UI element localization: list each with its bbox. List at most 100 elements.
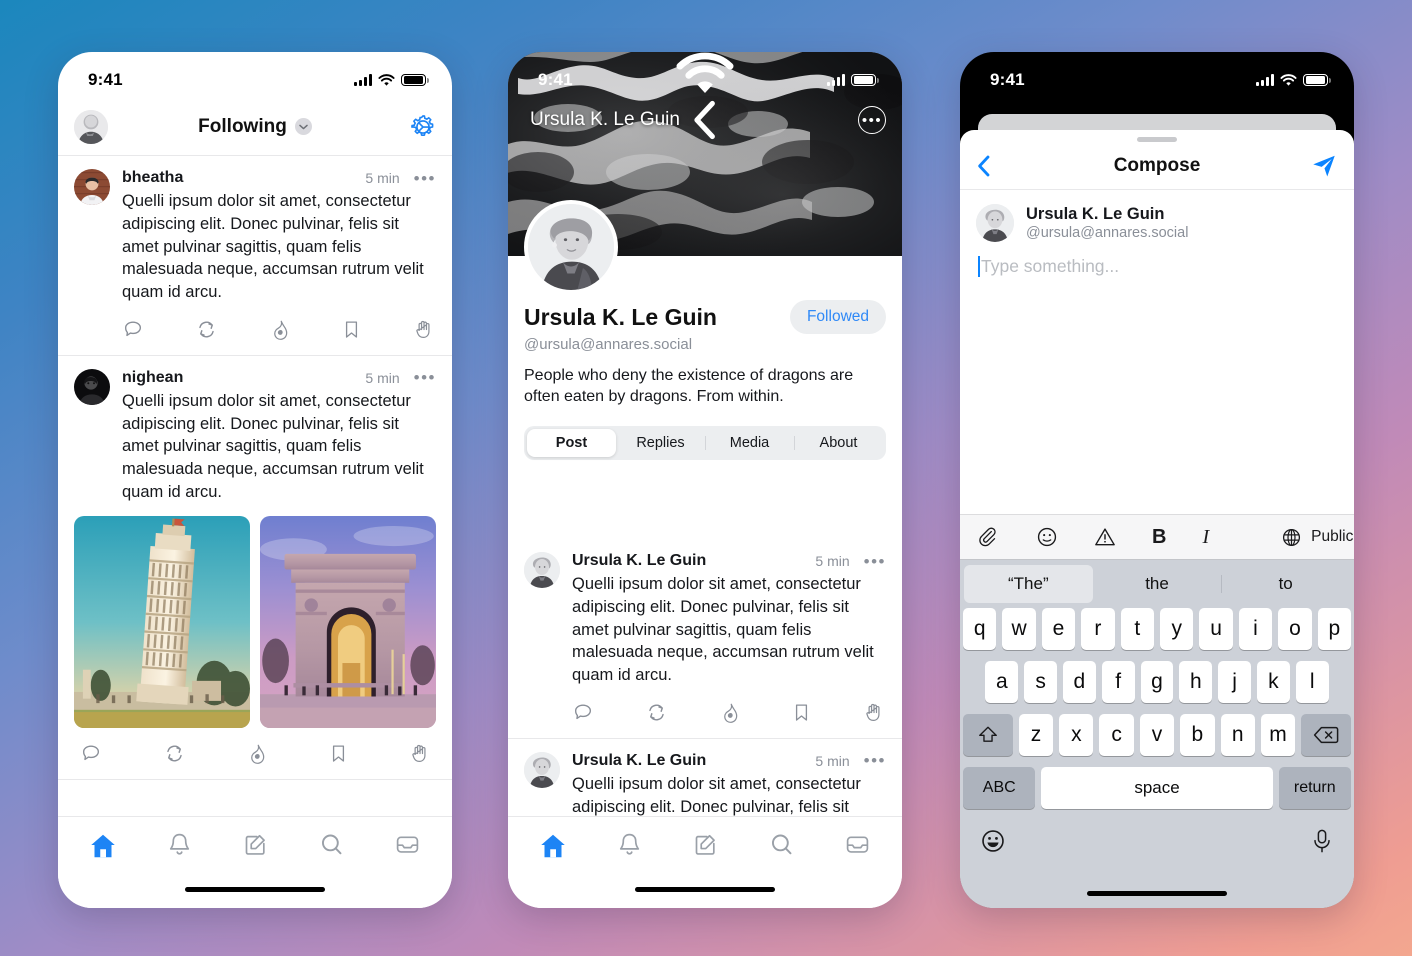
tab-search[interactable] bbox=[758, 831, 804, 858]
key-t[interactable]: t bbox=[1120, 608, 1154, 650]
key-m[interactable]: m bbox=[1260, 714, 1296, 756]
prediction-2[interactable]: to bbox=[1221, 565, 1350, 603]
tab-about[interactable]: About bbox=[794, 429, 883, 457]
post-more-button[interactable]: ••• bbox=[864, 553, 886, 570]
tab-post[interactable]: Post bbox=[527, 428, 616, 457]
reply-icon[interactable] bbox=[572, 701, 594, 723]
media-india-gate[interactable] bbox=[260, 515, 436, 728]
bookmark-icon[interactable] bbox=[341, 319, 362, 340]
gear-icon[interactable] bbox=[410, 114, 436, 140]
profile-avatar[interactable] bbox=[524, 200, 618, 294]
post-avatar-image bbox=[74, 368, 110, 405]
key-n[interactable]: n bbox=[1220, 714, 1255, 756]
key-x[interactable]: x bbox=[1059, 714, 1094, 756]
chevron-down-icon[interactable] bbox=[294, 118, 312, 135]
battery-icon bbox=[401, 73, 429, 87]
key-y[interactable]: y bbox=[1160, 608, 1194, 650]
tab-compose[interactable] bbox=[682, 831, 728, 858]
tab-home[interactable] bbox=[530, 831, 576, 861]
microphone-icon[interactable] bbox=[1310, 828, 1334, 854]
key-r[interactable]: r bbox=[1081, 608, 1115, 650]
emoji-keyboard-icon[interactable] bbox=[980, 828, 1006, 854]
key-space[interactable]: space bbox=[1041, 767, 1273, 809]
key-i[interactable]: i bbox=[1238, 608, 1273, 650]
avatar[interactable] bbox=[74, 109, 108, 144]
post-author[interactable]: Ursula K. Le Guin bbox=[572, 552, 706, 570]
raised-hand-icon[interactable] bbox=[863, 702, 884, 723]
profile-name: Ursula K. Le Guin bbox=[524, 303, 717, 330]
backspace-icon[interactable] bbox=[1301, 714, 1351, 756]
tab-compose[interactable] bbox=[232, 831, 278, 858]
prediction-1[interactable]: the bbox=[1093, 565, 1222, 603]
visibility-selector[interactable]: Public bbox=[1281, 527, 1353, 548]
media-leaning-tower-of-pisa[interactable] bbox=[74, 515, 250, 728]
key-q[interactable]: q bbox=[962, 608, 997, 650]
post-item[interactable]: nighean 5 min ••• Quelli ipsum dolor sit… bbox=[58, 356, 452, 780]
post-avatar[interactable] bbox=[524, 751, 560, 788]
tab-home[interactable] bbox=[80, 831, 126, 861]
key-a[interactable]: a bbox=[985, 661, 1019, 703]
key-e[interactable]: e bbox=[1041, 608, 1076, 650]
key-p[interactable]: p bbox=[1317, 608, 1352, 650]
tab-notifications[interactable] bbox=[606, 831, 652, 858]
post-item[interactable]: Ursula K. Le Guin 5 min ••• Quelli ipsum… bbox=[508, 539, 902, 739]
reply-icon[interactable] bbox=[122, 318, 144, 340]
tab-inbox[interactable] bbox=[834, 831, 880, 858]
favourite-flame-icon[interactable] bbox=[719, 702, 740, 723]
boost-icon[interactable] bbox=[163, 742, 186, 765]
bookmark-icon[interactable] bbox=[328, 743, 349, 764]
bookmark-icon[interactable] bbox=[791, 702, 812, 723]
post-more-button[interactable]: ••• bbox=[864, 752, 886, 769]
tab-notifications[interactable] bbox=[156, 831, 202, 858]
post-avatar[interactable] bbox=[524, 552, 560, 588]
key-b[interactable]: b bbox=[1180, 714, 1215, 756]
post-avatar[interactable] bbox=[74, 368, 110, 405]
key-u[interactable]: u bbox=[1199, 608, 1233, 650]
follow-button[interactable]: Followed bbox=[789, 300, 886, 334]
post-more-button[interactable]: ••• bbox=[414, 170, 436, 187]
post-author[interactable]: Ursula K. Le Guin bbox=[572, 752, 706, 770]
compose-avatar[interactable] bbox=[976, 204, 1014, 242]
key-j[interactable]: j bbox=[1218, 661, 1251, 703]
key-abc[interactable]: ABC bbox=[963, 767, 1036, 809]
shift-icon[interactable] bbox=[963, 714, 1013, 756]
key-h[interactable]: h bbox=[1179, 661, 1213, 703]
key-g[interactable]: g bbox=[1140, 661, 1174, 703]
tab-media[interactable]: Media bbox=[705, 429, 794, 457]
post-item[interactable]: Ursula K. Le Guin 5 min ••• Quelli ipsum… bbox=[508, 739, 902, 816]
content-warning-icon[interactable] bbox=[1094, 526, 1116, 548]
boost-icon[interactable] bbox=[645, 701, 668, 724]
key-z[interactable]: z bbox=[1018, 714, 1054, 756]
post-author[interactable]: nighean bbox=[122, 369, 183, 387]
key-s[interactable]: s bbox=[1024, 661, 1057, 703]
reply-icon[interactable] bbox=[80, 742, 102, 764]
tab-replies[interactable]: Replies bbox=[616, 429, 705, 457]
favourite-flame-icon[interactable] bbox=[246, 743, 267, 764]
italic-icon[interactable]: I bbox=[1202, 526, 1209, 549]
post-author[interactable]: bheatha bbox=[122, 169, 183, 187]
post-item[interactable]: bheatha 5 min ••• Quelli ipsum dolor sit… bbox=[58, 156, 452, 356]
favourite-flame-icon[interactable] bbox=[269, 319, 290, 340]
attachment-paperclip-icon[interactable] bbox=[978, 526, 1000, 548]
key-o[interactable]: o bbox=[1278, 608, 1312, 650]
boost-icon[interactable] bbox=[195, 318, 218, 341]
key-c[interactable]: c bbox=[1099, 714, 1134, 756]
bold-icon[interactable]: B bbox=[1152, 526, 1166, 549]
key-v[interactable]: v bbox=[1139, 714, 1175, 756]
tab-search[interactable] bbox=[308, 831, 354, 858]
emoji-icon[interactable] bbox=[1036, 526, 1058, 548]
key-d[interactable]: d bbox=[1063, 661, 1096, 703]
post-avatar[interactable] bbox=[74, 169, 110, 205]
raised-hand-icon[interactable] bbox=[413, 319, 434, 340]
key-w[interactable]: w bbox=[1002, 608, 1036, 650]
prediction-0[interactable]: “The” bbox=[964, 565, 1093, 603]
key-l[interactable]: l bbox=[1295, 661, 1329, 703]
key-return[interactable]: return bbox=[1278, 767, 1351, 809]
back-chevron-glyph bbox=[694, 100, 715, 140]
post-more-button[interactable]: ••• bbox=[414, 369, 436, 386]
key-f[interactable]: f bbox=[1101, 661, 1135, 703]
compose-textarea[interactable]: Type something... bbox=[960, 242, 1354, 277]
raised-hand-icon[interactable] bbox=[409, 743, 430, 764]
tab-inbox[interactable] bbox=[384, 831, 430, 858]
key-k[interactable]: k bbox=[1256, 661, 1290, 703]
